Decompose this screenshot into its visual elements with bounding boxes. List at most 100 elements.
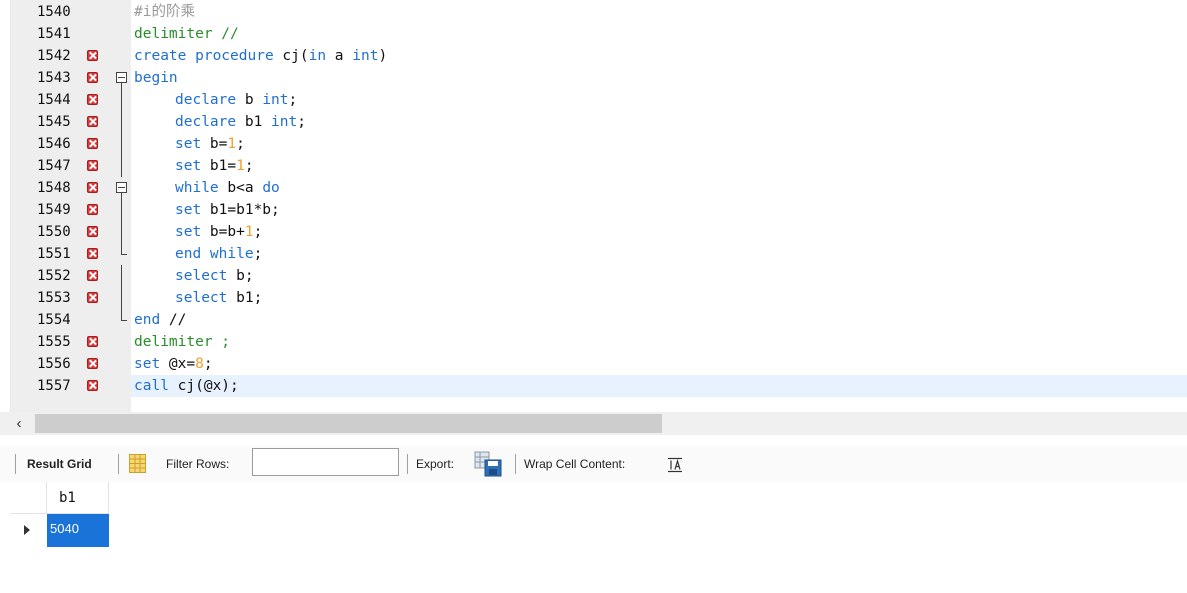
- code-text[interactable]: select b;: [175, 265, 254, 287]
- error-marker-icon[interactable]: [87, 182, 98, 193]
- code-token: b: [236, 92, 263, 108]
- line-number: 1550: [37, 224, 71, 240]
- result-grid-tab[interactable]: Result Grid: [27, 455, 92, 473]
- code-text[interactable]: set b=b+1;: [175, 221, 262, 243]
- result-grid[interactable]: b1 5040: [0, 482, 1187, 593]
- code-line[interactable]: 1548 while b<a do: [0, 177, 1187, 199]
- fold-end-marker: [121, 254, 127, 255]
- code-line[interactable]: 1543 begin: [0, 67, 1187, 89]
- code-line[interactable]: 1547 set b1=1;: [0, 155, 1187, 177]
- code-line[interactable]: 1550 set b=b+1;: [0, 221, 1187, 243]
- wrap-cell-icon[interactable]: [667, 457, 683, 473]
- line-number: 1546: [37, 136, 71, 152]
- code-line[interactable]: 1546 set b=1;: [0, 133, 1187, 155]
- error-marker-icon[interactable]: [87, 138, 98, 149]
- code-text[interactable]: set b=1;: [175, 133, 245, 155]
- code-token: set: [175, 158, 202, 174]
- line-number: 1540: [37, 4, 71, 20]
- code-token: 1: [244, 224, 254, 240]
- code-token: ;: [203, 356, 213, 372]
- code-token: set: [175, 202, 202, 218]
- code-line[interactable]: 1541 delimiter //: [0, 23, 1187, 45]
- line-number: 1542: [37, 48, 71, 64]
- code-token: b;: [227, 268, 254, 284]
- error-marker-icon[interactable]: [87, 204, 98, 215]
- code-text[interactable]: delimiter ;: [134, 331, 230, 353]
- grid-cell-selected[interactable]: 5040: [47, 514, 109, 547]
- code-text[interactable]: delimiter //: [134, 23, 239, 45]
- error-marker-icon[interactable]: [87, 380, 98, 391]
- code-text[interactable]: select b1;: [175, 287, 262, 309]
- toolbar-separator: [118, 454, 119, 474]
- fold-collapse-icon[interactable]: [116, 182, 127, 193]
- code-line[interactable]: 1544 declare b int;: [0, 89, 1187, 111]
- sql-editor[interactable]: 1540 #i的阶乘 1541 delimiter // 1542 create proc…: [0, 0, 1187, 412]
- error-marker-icon[interactable]: [87, 160, 98, 171]
- error-marker-icon[interactable]: [87, 226, 98, 237]
- code-text[interactable]: end while;: [175, 243, 262, 265]
- export-label: Export:: [416, 457, 455, 471]
- error-marker-icon[interactable]: [87, 248, 98, 259]
- code-token: ;: [297, 114, 306, 130]
- code-line[interactable]: 1552 select b;: [0, 265, 1187, 287]
- code-line[interactable]: 1551 end while;: [0, 243, 1187, 265]
- code-token: declare: [175, 92, 237, 108]
- code-text[interactable]: set @x=8;: [134, 353, 213, 375]
- code-token: set: [175, 136, 202, 152]
- error-marker-icon[interactable]: [87, 50, 98, 61]
- code-line[interactable]: 1554 end //: [0, 309, 1187, 331]
- error-marker-icon[interactable]: [87, 72, 98, 83]
- column-header-b1[interactable]: b1: [47, 482, 109, 514]
- code-line[interactable]: 1553 select b1;: [0, 287, 1187, 309]
- result-toolbar: Result Grid Filter Rows: Export: Wrap Ce…: [0, 446, 1187, 482]
- fold-collapse-icon[interactable]: [116, 72, 127, 83]
- code-token: ;: [253, 246, 263, 262]
- scrollbar-thumb[interactable]: [35, 414, 662, 433]
- line-number: 1549: [37, 202, 71, 218]
- export-icon[interactable]: [474, 451, 504, 477]
- code-token: b1=b1*b;: [201, 202, 280, 218]
- line-number: 1547: [37, 158, 71, 174]
- error-marker-icon[interactable]: [87, 358, 98, 369]
- error-marker-icon[interactable]: [87, 270, 98, 281]
- error-marker-icon[interactable]: [87, 94, 98, 105]
- code-line[interactable]: 1545 declare b1 int;: [0, 111, 1187, 133]
- error-marker-icon[interactable]: [87, 116, 98, 127]
- line-number: 1554: [37, 312, 71, 328]
- row-indicator[interactable]: [10, 514, 47, 547]
- toolbar-separator: [15, 454, 16, 474]
- fold-guide: [121, 133, 122, 155]
- code-token: select: [175, 290, 228, 306]
- code-text[interactable]: set b1=1;: [175, 155, 254, 177]
- code-token: delimiter //: [134, 26, 239, 42]
- code-line[interactable]: 1556 set @x=8;: [0, 353, 1187, 375]
- code-line[interactable]: 1549 set b1=b1*b;: [0, 199, 1187, 221]
- current-line-highlight: [131, 375, 1187, 397]
- code-text[interactable]: while b<a do: [175, 177, 280, 199]
- code-text[interactable]: #i的阶乘: [134, 1, 195, 23]
- code-token: end: [134, 312, 161, 328]
- code-text[interactable]: call cj(@x);: [134, 375, 239, 397]
- code-line[interactable]: 1542 create procedure cj(in a int): [0, 45, 1187, 67]
- code-token: ;: [253, 224, 263, 240]
- code-text[interactable]: set b1=b1*b;: [175, 199, 280, 221]
- code-line[interactable]: 1555 delimiter ;: [0, 331, 1187, 353]
- filter-rows-input[interactable]: [252, 448, 399, 476]
- code-text[interactable]: declare b1 int;: [175, 111, 306, 133]
- line-number: 1553: [37, 290, 71, 306]
- code-token: do: [262, 180, 280, 196]
- code-line[interactable]: 1557 call cj(@x);: [0, 375, 1187, 397]
- fold-guide: [121, 265, 122, 287]
- code-text[interactable]: end //: [134, 309, 186, 331]
- code-line[interactable]: 1540 #i的阶乘: [0, 1, 1187, 23]
- error-marker-icon[interactable]: [87, 292, 98, 303]
- code-token: ;: [288, 92, 298, 108]
- scroll-left-icon[interactable]: ‹: [12, 415, 26, 432]
- line-number: 1545: [37, 114, 71, 130]
- code-text[interactable]: create procedure cj(in a int): [134, 45, 387, 67]
- grid-icon[interactable]: [129, 454, 146, 473]
- code-text[interactable]: declare b int;: [175, 89, 297, 111]
- code-text[interactable]: begin: [134, 67, 178, 89]
- horizontal-scrollbar[interactable]: ‹: [0, 412, 1187, 435]
- error-marker-icon[interactable]: [87, 336, 98, 347]
